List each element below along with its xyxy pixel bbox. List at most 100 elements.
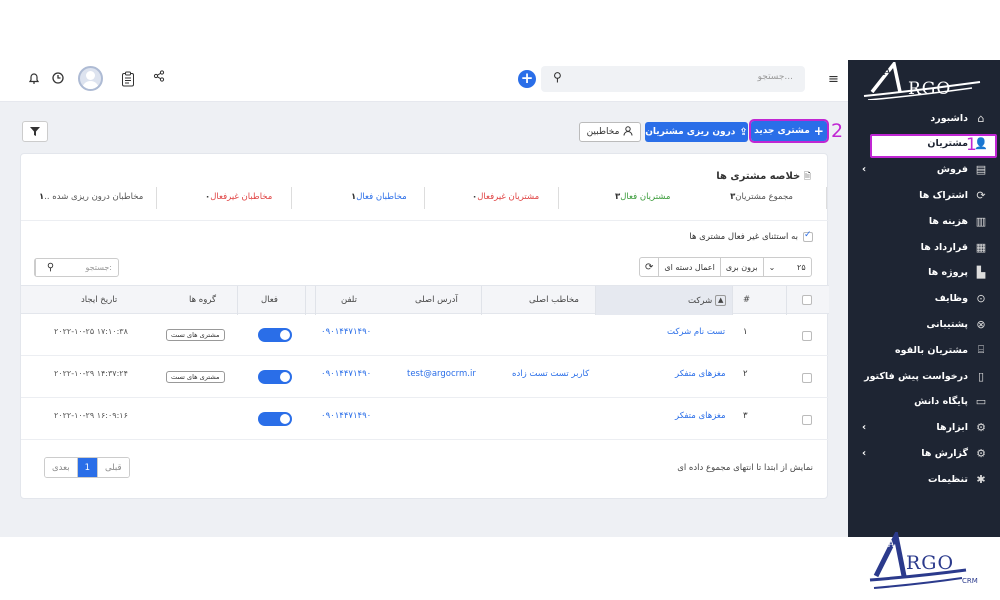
active-toggle[interactable] [258, 328, 292, 342]
row-created: ۲۰۲۲-۱۰-۲۹ ۱۶:۰۹:۱۶ [54, 411, 128, 420]
header-search[interactable]: جستجو... ⚲ [541, 66, 805, 92]
table-controls: ⟳ اعمال دسته ای برون بری ⌄ ۲۵ [639, 257, 812, 277]
sidebar-item[interactable]: داشبورد ⌂ [848, 106, 1000, 130]
group-badge: مشتری های تست [166, 371, 225, 383]
page-size-select[interactable]: ⌄ ۲۵ [762, 258, 811, 276]
stat-active-contacts-label: مخاطبان فعال [356, 192, 407, 202]
divider [21, 220, 829, 221]
sidebar-item[interactable]: مشتریان بالقوه ⌸ [848, 338, 1000, 362]
sidebar-item-label: داشبورد [930, 112, 968, 124]
col-address[interactable]: آدرس اصلی [415, 295, 458, 305]
table-row[interactable]: ۱ تست نام شرکت ۰۹۰۱۴۴۷۱۴۹۰ مشتری های تست… [21, 314, 829, 356]
col-groups[interactable]: گروه ها [189, 295, 216, 305]
row-main-contact-link[interactable]: کاربر تست تست زاده [512, 369, 589, 379]
stat-divider [424, 187, 425, 209]
stat-inactive-contacts: مخاطبان غیرفعال۰ [201, 192, 272, 202]
new-customer-button[interactable]: مشتری جدید + [749, 119, 829, 143]
refresh-button[interactable]: ⟳ [640, 258, 658, 276]
stat-active: مشتریان فعال۳ [611, 192, 670, 202]
col-created[interactable]: تاریخ ایجاد [81, 295, 117, 305]
sidebar-item[interactable]: پروژه ها ▙ [848, 261, 1000, 285]
col-num[interactable]: # [743, 295, 750, 305]
col-company[interactable]: شرکت ▲ [688, 295, 727, 306]
row-num: ۱ [743, 327, 748, 337]
logo-sub: CRM [962, 577, 978, 585]
sidebar-item-label: هزینه ها [928, 215, 968, 227]
prev-page-button[interactable]: قبلی [98, 458, 129, 477]
row-checkbox[interactable] [802, 415, 812, 425]
sidebar-item[interactable]: قرارداد ها ▦ [848, 235, 1000, 259]
gear-icon: ✱ [976, 472, 986, 486]
summary-title: خلاصه مشتری ها 🗎 [716, 169, 811, 185]
col-active[interactable]: فعال [261, 295, 278, 305]
row-company-link[interactable]: مغزهای متفکر [675, 411, 726, 421]
sidebar-item[interactable]: هزینه ها ▥ [848, 209, 1000, 233]
col-main-contact[interactable]: مخاطب اصلی [529, 295, 579, 305]
argo-crm-logo: RGO A CRM [866, 528, 982, 594]
clipboard-icon[interactable] [121, 71, 135, 87]
sidebar-item[interactable]: درخواست پیش فاکتور ▯ [848, 364, 1000, 388]
chevron-left-icon: ‹ [862, 164, 867, 176]
row-checkbox[interactable] [802, 373, 812, 383]
pagination: بعدی 1 قبلی [44, 457, 130, 478]
exclude-inactive-filter[interactable]: به استثنای غیر فعال مشتری ها [689, 230, 813, 242]
logo-letter: A [883, 65, 891, 78]
row-created: ۲۰۲۲-۱۰-۲۹ ۱۴:۳۷:۲۴ [54, 369, 128, 378]
check-circle-icon: ⊙ [976, 292, 986, 306]
app-root: ≡ جستجو... ⚲ + مشتری جدید + درون ریزی مش… [0, 0, 1000, 600]
sidebar-item[interactable]: مشتریان 👤 [848, 132, 1000, 156]
row-checkbox[interactable] [802, 331, 812, 341]
active-toggle[interactable] [258, 370, 292, 384]
bell-icon[interactable] [28, 72, 40, 85]
stat-divider [826, 187, 827, 209]
col-company-label: شرکت [688, 296, 713, 306]
stat-inactive-label: مشتریان غیرفعال [477, 192, 540, 202]
table-search-input[interactable]: جستجو: [65, 259, 118, 276]
exclude-inactive-checkbox[interactable] [803, 230, 813, 242]
chevron-down-icon: ⌄ [768, 262, 776, 272]
export-button[interactable]: برون بری [719, 258, 763, 276]
row-phone[interactable]: ۰۹۰۱۴۴۷۱۴۹۰ [321, 327, 371, 337]
import-customers-button[interactable]: درون ریزی مشتریان ⇪ [645, 122, 748, 142]
search-icon[interactable]: ⚲ [35, 259, 65, 276]
sidebar-item[interactable]: پایگاه دانش ▭ [848, 390, 1000, 414]
logo-letter: A [888, 540, 895, 550]
sidebar-item[interactable]: گزارش ها ⚙ ‹ [848, 441, 1000, 465]
sidebar-item-label: تنظیمات [927, 473, 968, 485]
add-new-button[interactable]: + [518, 70, 536, 88]
contacts-button[interactable]: مخاطبین [579, 122, 641, 142]
menu-icon[interactable]: ≡ [828, 72, 839, 87]
select-all-checkbox[interactable] [802, 295, 812, 305]
stat-active-label: مشتریان فعال [620, 192, 671, 202]
sidebar-item[interactable]: اشتراک ها ⟳ [848, 183, 1000, 207]
col-phone[interactable]: تلفن [341, 295, 357, 305]
filter-button[interactable] [22, 121, 48, 142]
sidebar-item-label: گزارش ها [921, 447, 968, 459]
sidebar-item-label: وظایف [934, 293, 968, 305]
row-phone[interactable]: ۰۹۰۱۴۴۷۱۴۹۰ [321, 369, 371, 379]
search-icon: ⚲ [553, 70, 562, 84]
row-phone[interactable]: ۰۹۰۱۴۴۷۱۴۹۰ [321, 411, 371, 421]
active-toggle[interactable] [258, 412, 292, 426]
import-customers-label: درون ریزی مشتریان [645, 127, 736, 137]
clock-icon[interactable] [52, 72, 64, 84]
sidebar-item[interactable]: پشتیبانی ⊗ [848, 312, 1000, 336]
sidebar-item[interactable]: وظایف ⊙ [848, 287, 1000, 311]
sidebar-item[interactable]: فروش ▤ ‹ [848, 158, 1000, 182]
table-search[interactable]: ⚲ جستجو: [34, 258, 119, 277]
row-company-link[interactable]: تست نام شرکت [667, 327, 725, 337]
sidebar-item[interactable]: تنظیمات ✱ [848, 467, 1000, 491]
page-1-button[interactable]: 1 [76, 458, 99, 477]
share-icon[interactable] [153, 70, 165, 82]
row-email-link[interactable]: test@argocrm.ir [407, 369, 476, 379]
sidebar-item-label: مشتریان [927, 138, 968, 150]
table-row[interactable]: ۳ مغزهای متفکر ۰۹۰۱۴۴۷۱۴۹۰ ۲۰۲۲-۱۰-۲۹ ۱۶… [21, 398, 829, 440]
sidebar-item[interactable]: ابزارها ⚙ ‹ [848, 416, 1000, 440]
avatar[interactable] [78, 66, 103, 91]
bulk-action-button[interactable]: اعمال دسته ای [658, 258, 719, 276]
row-company-link[interactable]: مغزهای متفکر [675, 369, 726, 379]
next-page-button[interactable]: بعدی [45, 458, 77, 477]
chevron-left-icon: ‹ [862, 422, 867, 434]
stat-inactive-contacts-label: مخاطبان غیرفعال [210, 192, 273, 202]
table-row[interactable]: ۲ مغزهای متفکر کاربر تست تست زاده test@a… [21, 356, 829, 398]
